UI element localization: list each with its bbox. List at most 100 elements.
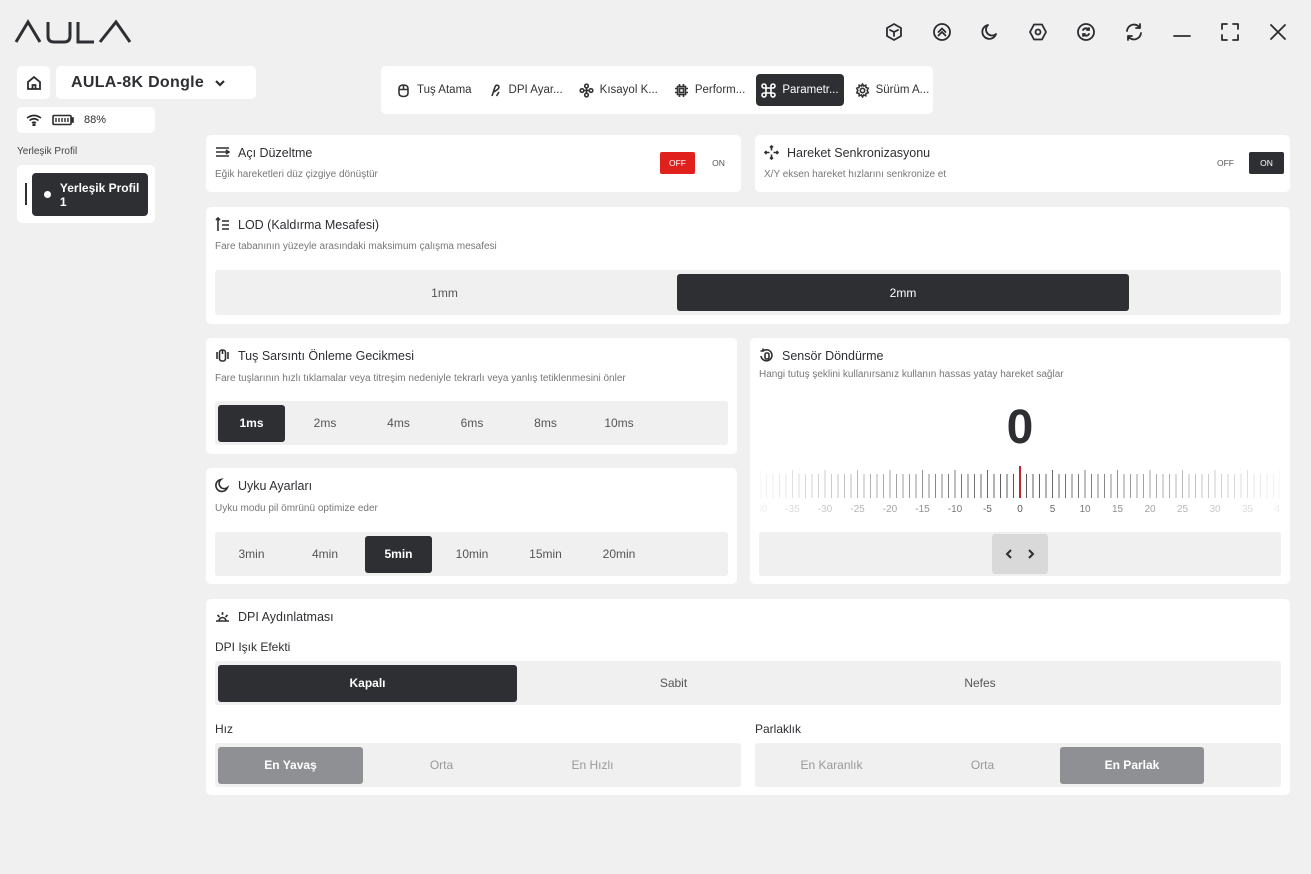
sleep-option[interactable]: 20min [579, 536, 659, 573]
device-name: AULA-8K Dongle [71, 73, 205, 91]
refresh-icon[interactable] [1117, 20, 1151, 44]
gear-icon [855, 82, 869, 98]
rotate-left-button[interactable] [1003, 548, 1015, 560]
ruler-tick-label: -30 [818, 504, 833, 515]
debounce-option[interactable]: 1ms [218, 404, 285, 442]
lod-option-2mm[interactable]: 2mm [677, 274, 1129, 311]
device-select[interactable]: AULA-8K Dongle [56, 66, 256, 99]
lod-option-1mm[interactable]: 1mm [215, 274, 674, 311]
dpi-lighting-card: DPI Aydınlatması DPI Işık Efekti Kapalı … [206, 599, 1290, 795]
effect-option-off[interactable]: Kapalı [218, 664, 517, 702]
brightness-option[interactable]: En Parlak [1060, 746, 1204, 784]
debounce-desc: Fare tuşlarının hızlı tıklamalar veya ti… [215, 373, 626, 384]
tab-dpi[interactable]: DPI Ayar... [483, 74, 568, 106]
motion-sync-toggle: OFF ON [1208, 152, 1284, 174]
ruler-tick-label: -20 [883, 504, 898, 515]
debounce-option[interactable]: 10ms [579, 405, 659, 442]
debounce-card: Tuş Sarsıntı Önleme Gecikmesi Fare tuşla… [206, 338, 737, 454]
angle-title: Açı Düzeltme [238, 145, 313, 160]
angle-on-button[interactable]: ON [701, 152, 736, 174]
speed-option[interactable]: Orta [363, 747, 520, 784]
home-button[interactable] [17, 66, 50, 99]
align-lines-icon [216, 147, 230, 157]
motion-sync-card: Hareket Senkronizasyonu X/Y eksen hareke… [755, 135, 1290, 192]
ruler-tick-label: 40 [1274, 504, 1280, 515]
ruler-tick-label: 20 [1144, 504, 1156, 515]
ruler-tick-label: -15 [915, 504, 930, 515]
motion-sync-off-button[interactable]: OFF [1208, 152, 1243, 174]
speed-option[interactable]: En Yavaş [218, 746, 363, 784]
profile-heading: Yerleşik Profil [17, 146, 78, 157]
speed-label: Hız [215, 722, 233, 736]
rotation-ruler[interactable]: -40 -35 -30 -25 -20 -15 -10 -5 0 5 10 15 20 25 30 35 40 [760, 466, 1280, 516]
debounce-option[interactable]: 6ms [432, 405, 512, 442]
sleep-option[interactable]: 10min [432, 536, 512, 573]
angle-desc: Eğik hareketleri düz çizgiye dönüştür [215, 169, 378, 180]
sync-icon[interactable] [1069, 20, 1103, 44]
sensor-title: Sensör Döndürme [782, 348, 884, 363]
brightness-selector: En Karanlık Orta En Parlak [755, 743, 1281, 787]
ruler-tick-label: 35 [1242, 504, 1254, 515]
profile-item[interactable]: Yerleşik Profil 1 [32, 173, 148, 216]
profile-dot [44, 191, 51, 198]
speed-selector: En Yavaş Orta En Hızlı [215, 743, 741, 787]
angle-snapping-card: Açı Düzeltme Eğik hareketleri düz çizgiy… [206, 135, 741, 192]
sleep-option[interactable]: 15min [512, 536, 579, 573]
vibration-icon [216, 349, 229, 362]
tab-key-assign[interactable]: Tuş Atama [391, 74, 477, 106]
hexagon-settings-icon[interactable] [1021, 20, 1055, 44]
ruler-tick-label: 30 [1209, 504, 1221, 515]
ruler-tick-label: 15 [1112, 504, 1124, 515]
angle-off-button[interactable]: OFF [660, 152, 695, 174]
rotate-right-button[interactable] [1025, 548, 1037, 560]
home-icon [26, 75, 41, 90]
mouse-icon [398, 83, 409, 97]
shortcut-icon [579, 82, 594, 98]
sleep-option[interactable]: 3min [218, 536, 285, 573]
lod-card: LOD (Kaldırma Mesafesi) Fare tabanının y… [206, 207, 1290, 324]
connection-status: 88% [17, 107, 155, 133]
brightness-option[interactable]: En Karanlık [758, 747, 905, 784]
battery-level: 88% [84, 114, 107, 126]
speed-option[interactable]: En Hızlı [520, 747, 665, 784]
sleep-option[interactable]: 4min [285, 536, 365, 573]
chevron-left-icon [1005, 549, 1012, 559]
aula-logo [14, 19, 132, 44]
brightness-option[interactable]: Orta [905, 747, 1060, 784]
move-icon [764, 145, 779, 160]
sleep-option[interactable]: 5min [365, 535, 432, 573]
profile-indicator [25, 183, 27, 205]
dpi-effect-selector: Kapalı Sabit Nefes [215, 661, 1281, 705]
ruler-tick-label: -5 [983, 504, 992, 515]
ruler-tick-label: 10 [1079, 504, 1091, 515]
moon-icon[interactable] [973, 20, 1007, 44]
profile-list: Yerleşik Profil 1 [17, 165, 155, 223]
dpi-effect-label: DPI Işık Efekti [215, 640, 291, 654]
debounce-option[interactable]: 8ms [512, 405, 579, 442]
tab-version[interactable]: Sürüm A... [850, 74, 935, 106]
chevrons-up-icon[interactable] [925, 20, 959, 44]
effect-option-breathing[interactable]: Nefes [830, 665, 1130, 702]
fullscreen-icon[interactable] [1213, 20, 1247, 44]
sensor-rotation-card: Sensör Döndürme Hangi tutuş şeklini kull… [750, 338, 1290, 584]
lod-title: LOD (Kaldırma Mesafesi) [238, 217, 380, 232]
debounce-option[interactable]: 2ms [285, 405, 365, 442]
wifi-icon [26, 114, 42, 126]
chip-icon [674, 83, 688, 97]
sleep-selector: 3min 4min 5min 10min 15min 20min [215, 532, 728, 576]
profile-label: Yerleşik Profil 1 [59, 180, 140, 209]
chevron-down-icon [215, 79, 225, 87]
close-icon[interactable] [1261, 20, 1295, 44]
tab-performance[interactable]: Perform... [669, 74, 750, 106]
effect-option-static[interactable]: Sabit [517, 665, 830, 702]
sleep-card: Uyku Ayarları Uyku modu pil ömrünü optim… [206, 468, 737, 584]
ruler-tick-label: 0 [1017, 504, 1023, 515]
box-icon[interactable] [877, 20, 911, 44]
minimize-icon[interactable] [1165, 20, 1199, 44]
debounce-option[interactable]: 4ms [365, 405, 432, 442]
tab-shortcut[interactable]: Kısayol K... [574, 74, 663, 106]
tab-parameters[interactable]: Parametr... [756, 74, 844, 106]
battery-icon [52, 114, 74, 126]
main-tabs: Tuş Atama DPI Ayar... Kısayol K... Perfo… [381, 66, 933, 114]
motion-sync-on-button[interactable]: ON [1249, 152, 1284, 174]
